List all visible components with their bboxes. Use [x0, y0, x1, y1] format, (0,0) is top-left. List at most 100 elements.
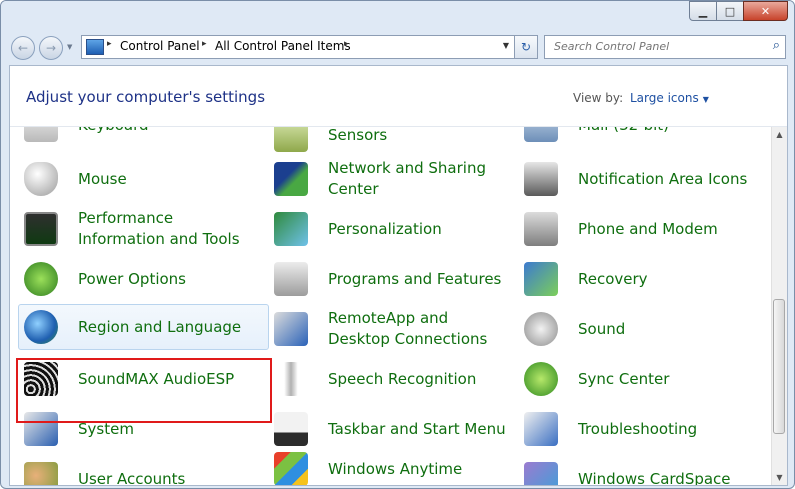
item-label: Sensors	[328, 127, 388, 144]
item-phone-modem[interactable]: Phone and Modem	[516, 207, 761, 251]
item-network-sharing[interactable]: Network and Sharing Center	[266, 157, 511, 201]
content-pane: Adjust your computer's settings View by:…	[9, 65, 788, 486]
item-mouse[interactable]: Mouse	[16, 157, 261, 201]
scrollbar-thumb[interactable]	[773, 299, 785, 434]
navigation-bar: ← → ▼ ▸ Control Panel ▸ All Control Pane…	[1, 31, 794, 65]
item-label: Mail (32-bit)	[578, 127, 669, 136]
item-label: Taskbar and Start Menu	[328, 419, 506, 438]
item-label: Sound	[578, 319, 626, 338]
item-label: Keyboard	[78, 127, 149, 136]
close-button[interactable]: ✕	[743, 1, 788, 21]
item-label: Performance Information and Tools	[78, 209, 240, 248]
control-panel-icon	[86, 39, 104, 55]
recovery-icon	[524, 262, 558, 296]
item-performance[interactable]: Performance Information and Tools	[16, 207, 261, 251]
maximize-icon: □	[724, 4, 736, 18]
item-notification-area[interactable]: Notification Area Icons	[516, 157, 761, 201]
item-label: Recovery	[578, 269, 648, 288]
item-region-language[interactable]: Region and Language	[18, 304, 269, 350]
item-taskbar-start-menu[interactable]: Taskbar and Start Menu	[266, 407, 511, 451]
sensors-icon	[274, 127, 308, 152]
item-speech-recognition[interactable]: Speech Recognition	[266, 357, 511, 401]
scroll-down-icon[interactable]: ▼	[772, 470, 787, 485]
item-label: Notification Area Icons	[578, 169, 748, 188]
breadcrumb-control-panel[interactable]: Control Panel	[120, 39, 200, 53]
search-box[interactable]: ⌕	[544, 35, 786, 59]
network-icon	[274, 162, 308, 196]
minimize-button[interactable]: ▁	[689, 1, 717, 21]
breadcrumb-separator-icon[interactable]: ▸	[107, 39, 112, 49]
maximize-button[interactable]: □	[716, 1, 744, 21]
item-label: User Accounts	[78, 469, 186, 486]
close-icon: ✕	[760, 4, 771, 18]
item-label: Windows CardSpace	[578, 469, 731, 486]
notification-icon	[524, 162, 558, 196]
mouse-icon	[24, 162, 58, 196]
item-label: Speech Recognition	[328, 369, 477, 388]
item-label: Sync Center	[578, 369, 670, 388]
item-windows-anytime[interactable]: Windows Anytime	[266, 447, 511, 485]
power-icon	[24, 262, 58, 296]
view-by-dropdown[interactable]: Large icons ▼	[630, 91, 709, 105]
item-sensors[interactable]: Sensors	[266, 127, 511, 157]
control-panel-items: Keyboard Sensors Mail (32-bit) Mouse Net…	[10, 127, 772, 485]
remoteapp-icon	[274, 312, 308, 346]
item-recovery[interactable]: Recovery	[516, 257, 761, 301]
item-user-accounts[interactable]: User Accounts	[16, 457, 261, 485]
forward-button[interactable]: →	[39, 36, 63, 60]
troubleshooting-icon	[524, 412, 558, 446]
breadcrumb-separator-icon[interactable]: ▸	[344, 39, 349, 49]
address-dropdown-icon[interactable]: ▼	[503, 41, 509, 50]
item-label: Network and Sharing Center	[328, 159, 486, 198]
back-button[interactable]: ←	[11, 36, 35, 60]
sync-icon	[524, 362, 558, 396]
recent-pages-dropdown[interactable]: ▼	[67, 43, 72, 51]
search-icon[interactable]: ⌕	[773, 38, 780, 53]
content-header: Adjust your computer's settings View by:…	[10, 66, 787, 127]
keyboard-icon	[24, 127, 58, 142]
search-input[interactable]	[552, 39, 761, 54]
item-label: Region and Language	[78, 317, 242, 336]
item-programs-features[interactable]: Programs and Features	[266, 257, 511, 301]
performance-icon	[24, 212, 58, 246]
users-icon	[24, 462, 58, 485]
item-windows-cardspace[interactable]: Windows CardSpace	[516, 457, 761, 485]
taskbar-icon	[274, 412, 308, 446]
refresh-button[interactable]: ↻	[514, 35, 538, 59]
breadcrumb-separator-icon[interactable]: ▸	[202, 39, 207, 49]
windows-flag-icon	[274, 452, 308, 485]
item-personalization[interactable]: Personalization	[266, 207, 511, 251]
item-keyboard[interactable]: Keyboard	[16, 127, 261, 147]
window-controls: ▁ □ ✕	[689, 1, 788, 21]
microphone-icon	[274, 362, 308, 396]
phone-icon	[524, 212, 558, 246]
item-sync-center[interactable]: Sync Center	[516, 357, 761, 401]
vertical-scrollbar[interactable]: ▲ ▼	[771, 127, 787, 485]
personalization-icon	[274, 212, 308, 246]
item-label: Mouse	[78, 169, 127, 188]
mail-icon	[524, 127, 558, 142]
address-bar[interactable]: ▸ Control Panel ▸ All Control Panel Item…	[81, 35, 515, 59]
item-sound[interactable]: Sound	[516, 307, 761, 351]
view-by-label: View by:	[573, 91, 624, 105]
chevron-down-icon: ▼	[702, 95, 709, 104]
cardspace-icon	[524, 462, 558, 485]
item-remoteapp[interactable]: RemoteApp and Desktop Connections	[266, 307, 511, 351]
item-power-options[interactable]: Power Options	[16, 257, 261, 301]
item-label: RemoteApp and Desktop Connections	[328, 309, 488, 348]
back-arrow-icon: ←	[17, 41, 29, 55]
page-title: Adjust your computer's settings	[26, 88, 266, 106]
item-troubleshooting[interactable]: Troubleshooting	[516, 407, 761, 451]
item-label: Personalization	[328, 219, 442, 238]
view-by-value: Large icons	[630, 91, 699, 105]
speaker-icon	[524, 312, 558, 346]
highlight-box	[16, 358, 272, 423]
item-label: Windows Anytime	[328, 459, 463, 478]
item-label: Power Options	[78, 269, 186, 288]
scroll-up-icon[interactable]: ▲	[772, 127, 787, 142]
minimize-icon: ▁	[698, 4, 708, 18]
breadcrumb-all-items[interactable]: All Control Panel Items	[215, 39, 351, 53]
item-label: Troubleshooting	[578, 419, 698, 438]
item-mail[interactable]: Mail (32-bit)	[516, 127, 761, 147]
forward-arrow-icon: →	[45, 41, 57, 55]
